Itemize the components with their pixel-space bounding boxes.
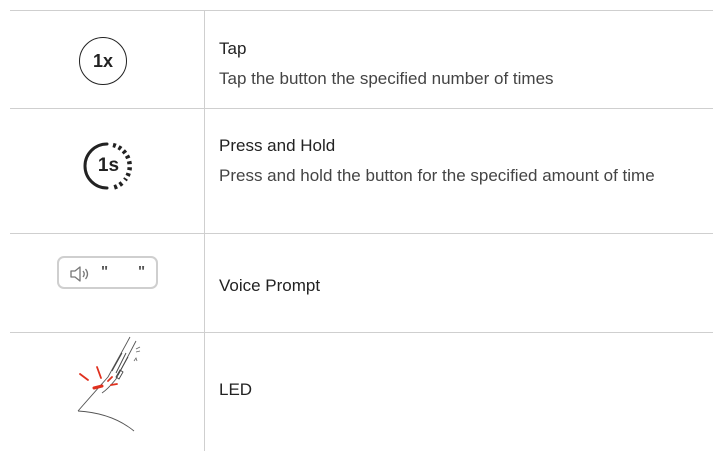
close-quote-mark: " [138, 263, 146, 280]
row-description: Tap the button the specified number of t… [219, 69, 554, 88]
legend-row-led: LED [10, 332, 713, 440]
tap-count-label: 1x [92, 50, 114, 71]
speaker-icon [70, 266, 89, 282]
open-quote-mark: " [101, 263, 109, 280]
row-description: Press and hold the button for the specif… [219, 166, 655, 185]
text-cell: LED [219, 333, 713, 440]
legend-row-press-hold: 1s Press and Hold Press and hold the but… [10, 108, 713, 233]
row-title: Press and Hold [219, 136, 336, 155]
legend-row-tap: 1x Tap Tap the button the specified numb… [10, 10, 713, 108]
voice-prompt-icon: " " [57, 256, 158, 289]
press-hold-1s-icon: 1s [81, 140, 133, 192]
text-cell: Press and Hold Press and hold the button… [219, 109, 713, 233]
icon-cell: 1x [10, 11, 204, 108]
row-title: Voice Prompt [219, 276, 321, 295]
hold-duration-label: 1s [97, 155, 120, 176]
row-title: Tap [219, 39, 247, 58]
icon-cell: " " [10, 234, 204, 332]
legend-table: 1x Tap Tap the button the specified numb… [10, 10, 713, 440]
tap-1x-icon: 1x [79, 37, 127, 85]
row-title: LED [219, 380, 253, 399]
led-icon [77, 336, 141, 432]
legend-row-voice-prompt: " " Voice Prompt [10, 233, 713, 332]
icon-cell [10, 333, 204, 440]
text-cell: Tap Tap the button the specified number … [219, 11, 713, 108]
text-cell: Voice Prompt [219, 234, 713, 332]
icon-cell: 1s [10, 109, 204, 233]
